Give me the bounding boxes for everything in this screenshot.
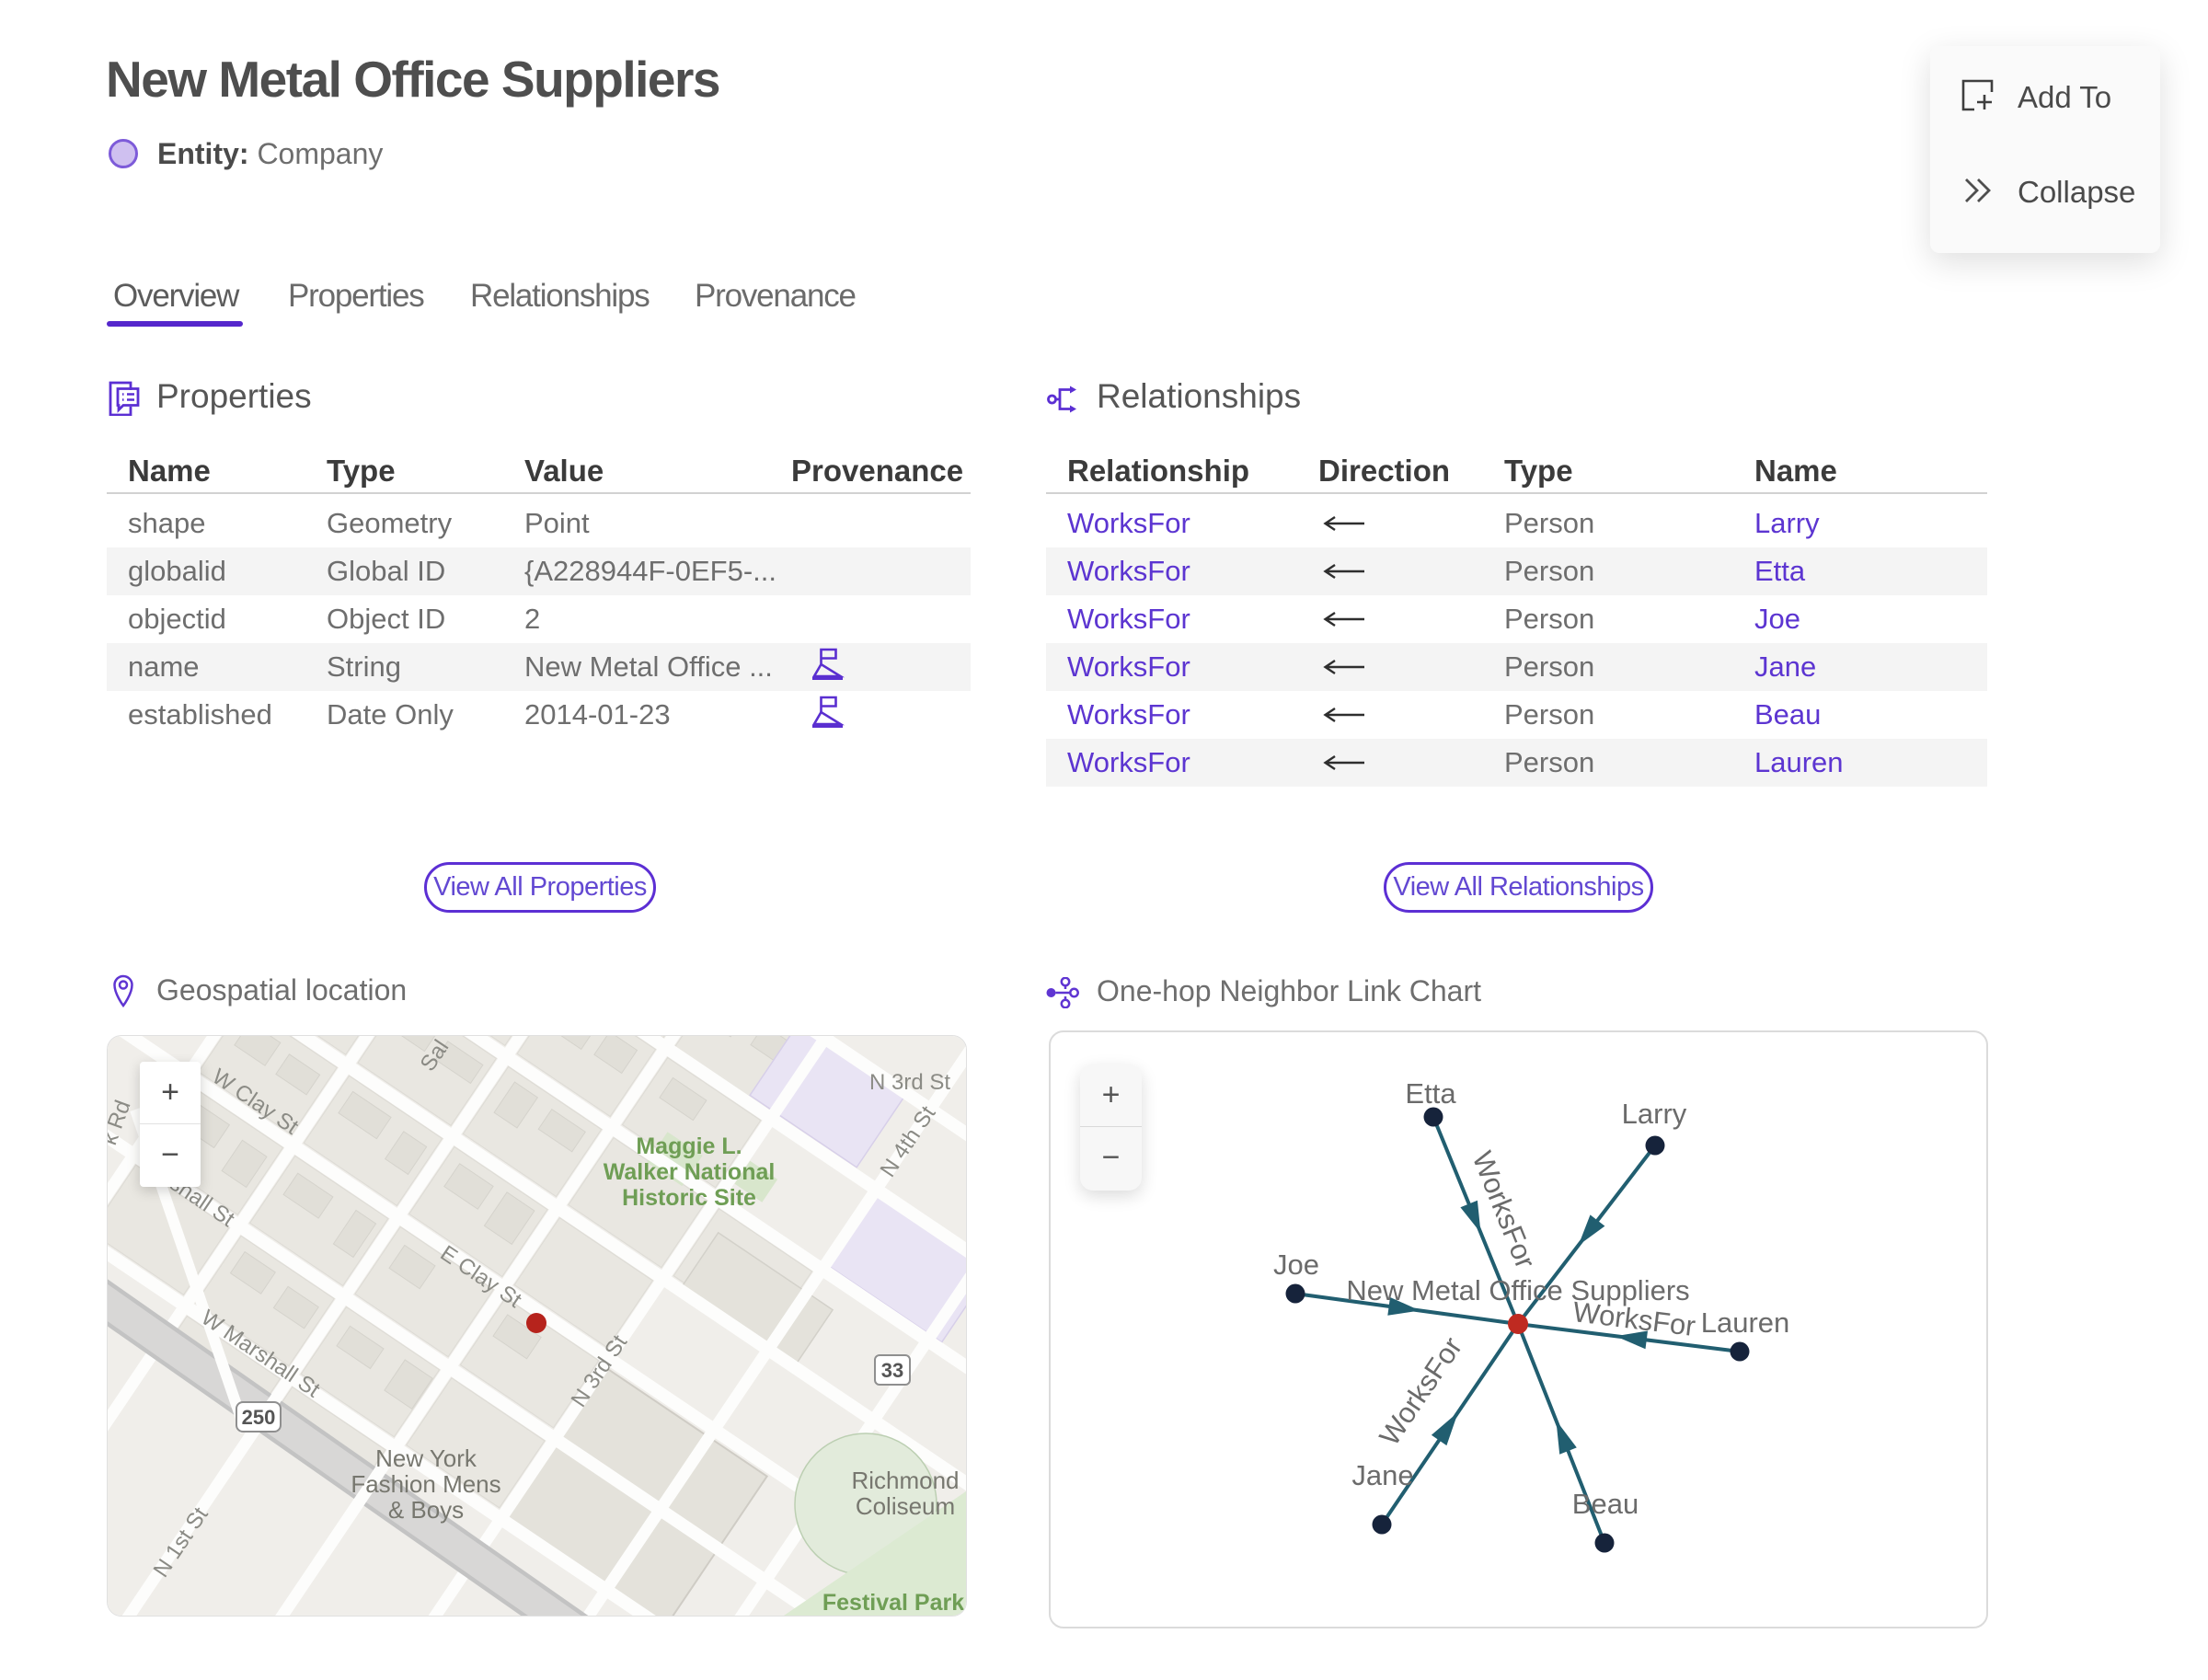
- svg-text:Coliseum: Coliseum: [856, 1492, 955, 1520]
- svg-text:Larry: Larry: [1622, 1098, 1687, 1130]
- svg-text:Fashion Mens: Fashion Mens: [351, 1470, 500, 1498]
- svg-text:Richmond: Richmond: [851, 1467, 959, 1494]
- svg-text:Historic Site: Historic Site: [622, 1185, 756, 1211]
- svg-text:33: 33: [881, 1359, 903, 1382]
- svg-text:Joe: Joe: [1273, 1248, 1319, 1281]
- svg-text:Maggie L.: Maggie L.: [636, 1133, 742, 1159]
- svg-text:& Boys: & Boys: [388, 1496, 464, 1524]
- svg-text:N 3rd St: N 3rd St: [869, 1070, 950, 1095]
- svg-text:Walker National: Walker National: [604, 1159, 776, 1185]
- svg-text:Festival Park: Festival Park: [822, 1590, 964, 1616]
- svg-text:Lauren: Lauren: [1701, 1306, 1790, 1339]
- svg-text:New York: New York: [375, 1444, 477, 1472]
- svg-text:Etta: Etta: [1405, 1077, 1456, 1110]
- svg-text:WorksFor: WorksFor: [1373, 1331, 1468, 1451]
- svg-text:New Metal Office Suppliers: New Metal Office Suppliers: [1346, 1274, 1689, 1306]
- svg-text:250: 250: [242, 1406, 276, 1429]
- svg-text:Beau: Beau: [1572, 1488, 1639, 1520]
- svg-text:Jane: Jane: [1351, 1459, 1413, 1491]
